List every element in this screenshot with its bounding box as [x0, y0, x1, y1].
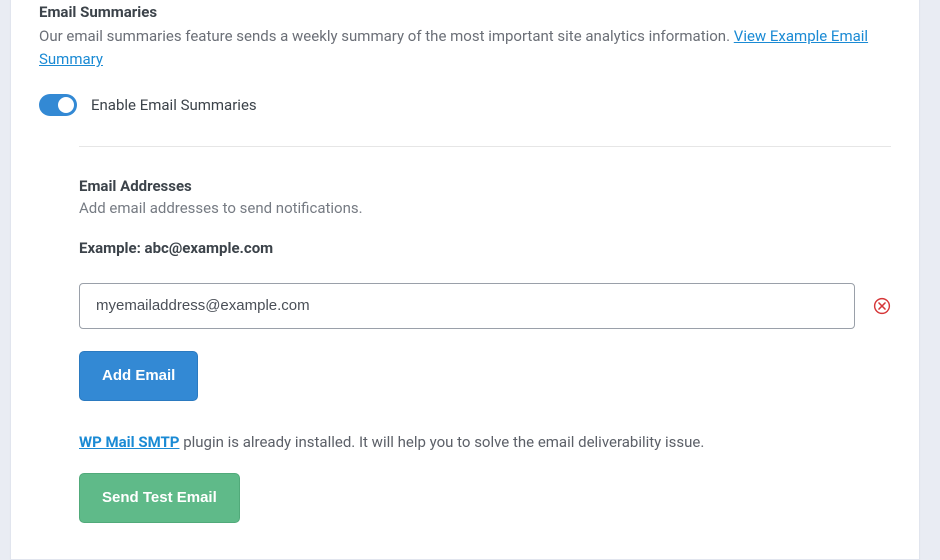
email-addresses-description: Add email addresses to send notification…	[79, 199, 891, 217]
smtp-message-suffix: plugin is already installed. It will hel…	[179, 433, 704, 451]
settings-card: Email Summaries Our email summaries feat…	[10, 0, 920, 560]
enable-email-summaries-toggle[interactable]	[39, 94, 77, 116]
email-example-label: Example: abc@example.com	[79, 239, 891, 257]
remove-email-icon[interactable]	[873, 297, 891, 315]
smtp-message: WP Mail SMTP plugin is already installed…	[79, 433, 891, 451]
section-description: Our email summaries feature sends a week…	[39, 25, 891, 72]
add-email-button[interactable]: Add Email	[79, 351, 198, 401]
send-test-email-button[interactable]: Send Test Email	[79, 473, 240, 523]
enable-toggle-row: Enable Email Summaries	[39, 94, 891, 116]
email-row	[79, 283, 891, 329]
toggle-knob	[58, 97, 74, 113]
email-input[interactable]	[79, 283, 855, 329]
settings-content: Email Summaries Our email summaries feat…	[11, 0, 919, 523]
wp-mail-smtp-link[interactable]: WP Mail SMTP	[79, 433, 179, 451]
section-description-text: Our email summaries feature sends a week…	[39, 27, 734, 45]
email-addresses-heading: Email Addresses	[79, 177, 891, 195]
toggle-label: Enable Email Summaries	[91, 96, 257, 114]
divider	[79, 146, 891, 147]
section-heading: Email Summaries	[39, 3, 891, 21]
email-addresses-block: Email Addresses Add email addresses to s…	[79, 146, 891, 523]
